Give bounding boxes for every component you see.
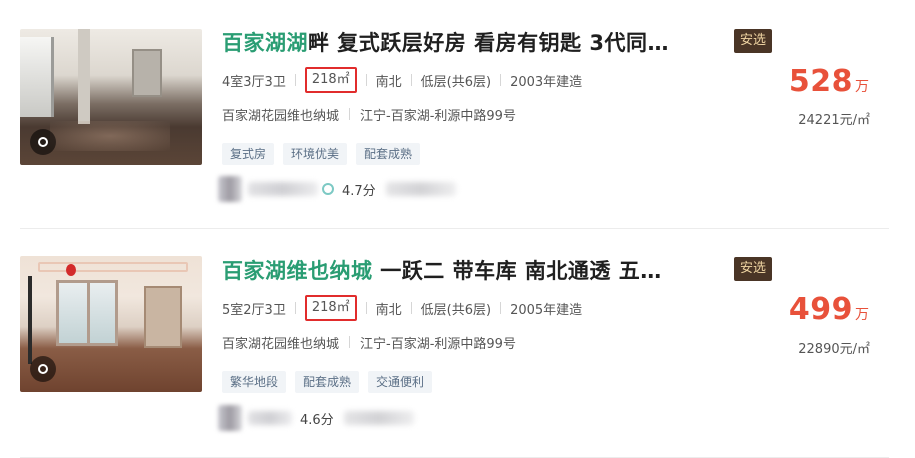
feature-tags: 繁华地段 配套成熟 交通便利 bbox=[222, 371, 433, 393]
divider bbox=[500, 302, 502, 314]
photo-detail-pole bbox=[28, 276, 32, 364]
price-value: 499 bbox=[788, 292, 853, 327]
build-year: 2005年建造 bbox=[510, 302, 583, 318]
feature-tag: 复式房 bbox=[222, 143, 275, 165]
divider bbox=[410, 74, 412, 86]
photo-detail-ceiling bbox=[38, 262, 188, 272]
divider bbox=[294, 74, 296, 86]
feature-tag: 配套成熟 bbox=[295, 371, 360, 393]
vr-tour-icon[interactable] bbox=[30, 129, 56, 155]
room-layout: 4室3厅3卫 bbox=[222, 74, 286, 90]
feature-tag: 交通便利 bbox=[368, 371, 433, 393]
divider bbox=[349, 336, 351, 348]
divider bbox=[410, 302, 412, 314]
house-info: 4室3厅3卫 218㎡ 南北 低层(共6层) 2003年建造 bbox=[222, 67, 583, 93]
orientation: 南北 bbox=[375, 74, 402, 90]
room-layout: 5室2厅3卫 bbox=[222, 302, 286, 318]
agent-info[interactable]: 4.7分 bbox=[218, 176, 456, 202]
floor-level: 低层(共6层) bbox=[420, 302, 492, 318]
location-link[interactable]: 江宁-百家湖-利源中路99号 bbox=[360, 333, 516, 352]
community-link[interactable]: 百家湖花园维也纳城 bbox=[222, 105, 339, 124]
price-unit: 万 bbox=[855, 307, 869, 323]
listing-photo[interactable] bbox=[20, 256, 202, 392]
listing-card[interactable]: 百家湖湖畔 复式跃层好房 看房有钥匙 3代同… 安选 4室3厅3卫 218㎡ 南… bbox=[0, 0, 915, 228]
title-highlight: 百家湖湖 bbox=[222, 31, 308, 55]
title-text: 畔 复式跃层好房 看房有钥匙 3代同… bbox=[308, 31, 670, 55]
photo-detail-pillar bbox=[78, 29, 90, 124]
photo-detail-door bbox=[132, 49, 162, 97]
agent-meta-blurred bbox=[343, 411, 414, 425]
location-link[interactable]: 江宁-百家湖-利源中路99号 bbox=[360, 105, 516, 124]
feature-tag: 繁华地段 bbox=[222, 371, 287, 393]
listing-title[interactable]: 百家湖维也纳城 一跃二 带车库 南北通透 五… bbox=[222, 256, 722, 286]
divider bbox=[365, 302, 367, 314]
photo-detail-window bbox=[20, 37, 54, 117]
total-price: 528 万 bbox=[789, 64, 869, 99]
area-highlight: 218㎡ bbox=[304, 295, 357, 321]
floor-level: 低层(共6层) bbox=[420, 74, 492, 90]
divider bbox=[365, 74, 367, 86]
listing-card[interactable]: 百家湖维也纳城 一跃二 带车库 南北通透 五… 安选 5室2厅3卫 218㎡ 南… bbox=[0, 229, 915, 457]
photo-detail-floor bbox=[50, 121, 170, 151]
agent-avatar bbox=[218, 176, 242, 202]
unit-price: 22890元/㎡ bbox=[798, 342, 870, 357]
price-unit: 万 bbox=[855, 79, 869, 95]
orientation: 南北 bbox=[375, 302, 402, 318]
photo-detail-cabinet bbox=[144, 286, 182, 348]
agent-score: 4.7分 bbox=[342, 183, 376, 199]
price-value: 528 bbox=[788, 64, 853, 99]
address-line: 百家湖花园维也纳城 江宁-百家湖-利源中路99号 bbox=[222, 104, 516, 124]
agent-name-blurred bbox=[248, 411, 292, 425]
agent-name-blurred bbox=[248, 182, 318, 196]
divider bbox=[294, 302, 296, 314]
listing-title[interactable]: 百家湖湖畔 复式跃层好房 看房有钥匙 3代同… bbox=[222, 28, 722, 58]
vr-ring-icon bbox=[38, 137, 48, 147]
agent-avatar bbox=[218, 405, 242, 431]
feature-tag: 环境优美 bbox=[283, 143, 348, 165]
listing-photo[interactable] bbox=[20, 29, 202, 165]
agent-meta-blurred bbox=[385, 182, 456, 196]
divider bbox=[349, 108, 351, 120]
build-year: 2003年建造 bbox=[510, 74, 583, 90]
anxuan-badge: 安选 bbox=[734, 29, 773, 53]
vr-ring-icon bbox=[38, 364, 48, 374]
title-highlight: 百家湖维也纳城 bbox=[222, 259, 373, 283]
feature-tag: 配套成熟 bbox=[356, 143, 421, 165]
agent-info[interactable]: 4.6分 bbox=[218, 405, 414, 431]
agent-score: 4.6分 bbox=[300, 412, 334, 428]
anxuan-badge: 安选 bbox=[734, 257, 773, 281]
area-highlight: 218㎡ bbox=[304, 67, 357, 93]
divider bbox=[500, 74, 502, 86]
photo-detail-lantern bbox=[66, 264, 76, 276]
community-link[interactable]: 百家湖花园维也纳城 bbox=[222, 333, 339, 352]
address-line: 百家湖花园维也纳城 江宁-百家湖-利源中路99号 bbox=[222, 332, 516, 352]
score-icon bbox=[322, 183, 334, 195]
title-text: 一跃二 带车库 南北通透 五… bbox=[372, 259, 662, 283]
unit-price: 24221元/㎡ bbox=[798, 113, 870, 128]
total-price: 499 万 bbox=[789, 292, 869, 327]
vr-tour-icon[interactable] bbox=[30, 356, 56, 382]
house-info: 5室2厅3卫 218㎡ 南北 低层(共6层) 2005年建造 bbox=[222, 295, 583, 321]
feature-tags: 复式房 环境优美 配套成熟 bbox=[222, 143, 421, 165]
photo-detail-glass-door bbox=[56, 280, 118, 346]
